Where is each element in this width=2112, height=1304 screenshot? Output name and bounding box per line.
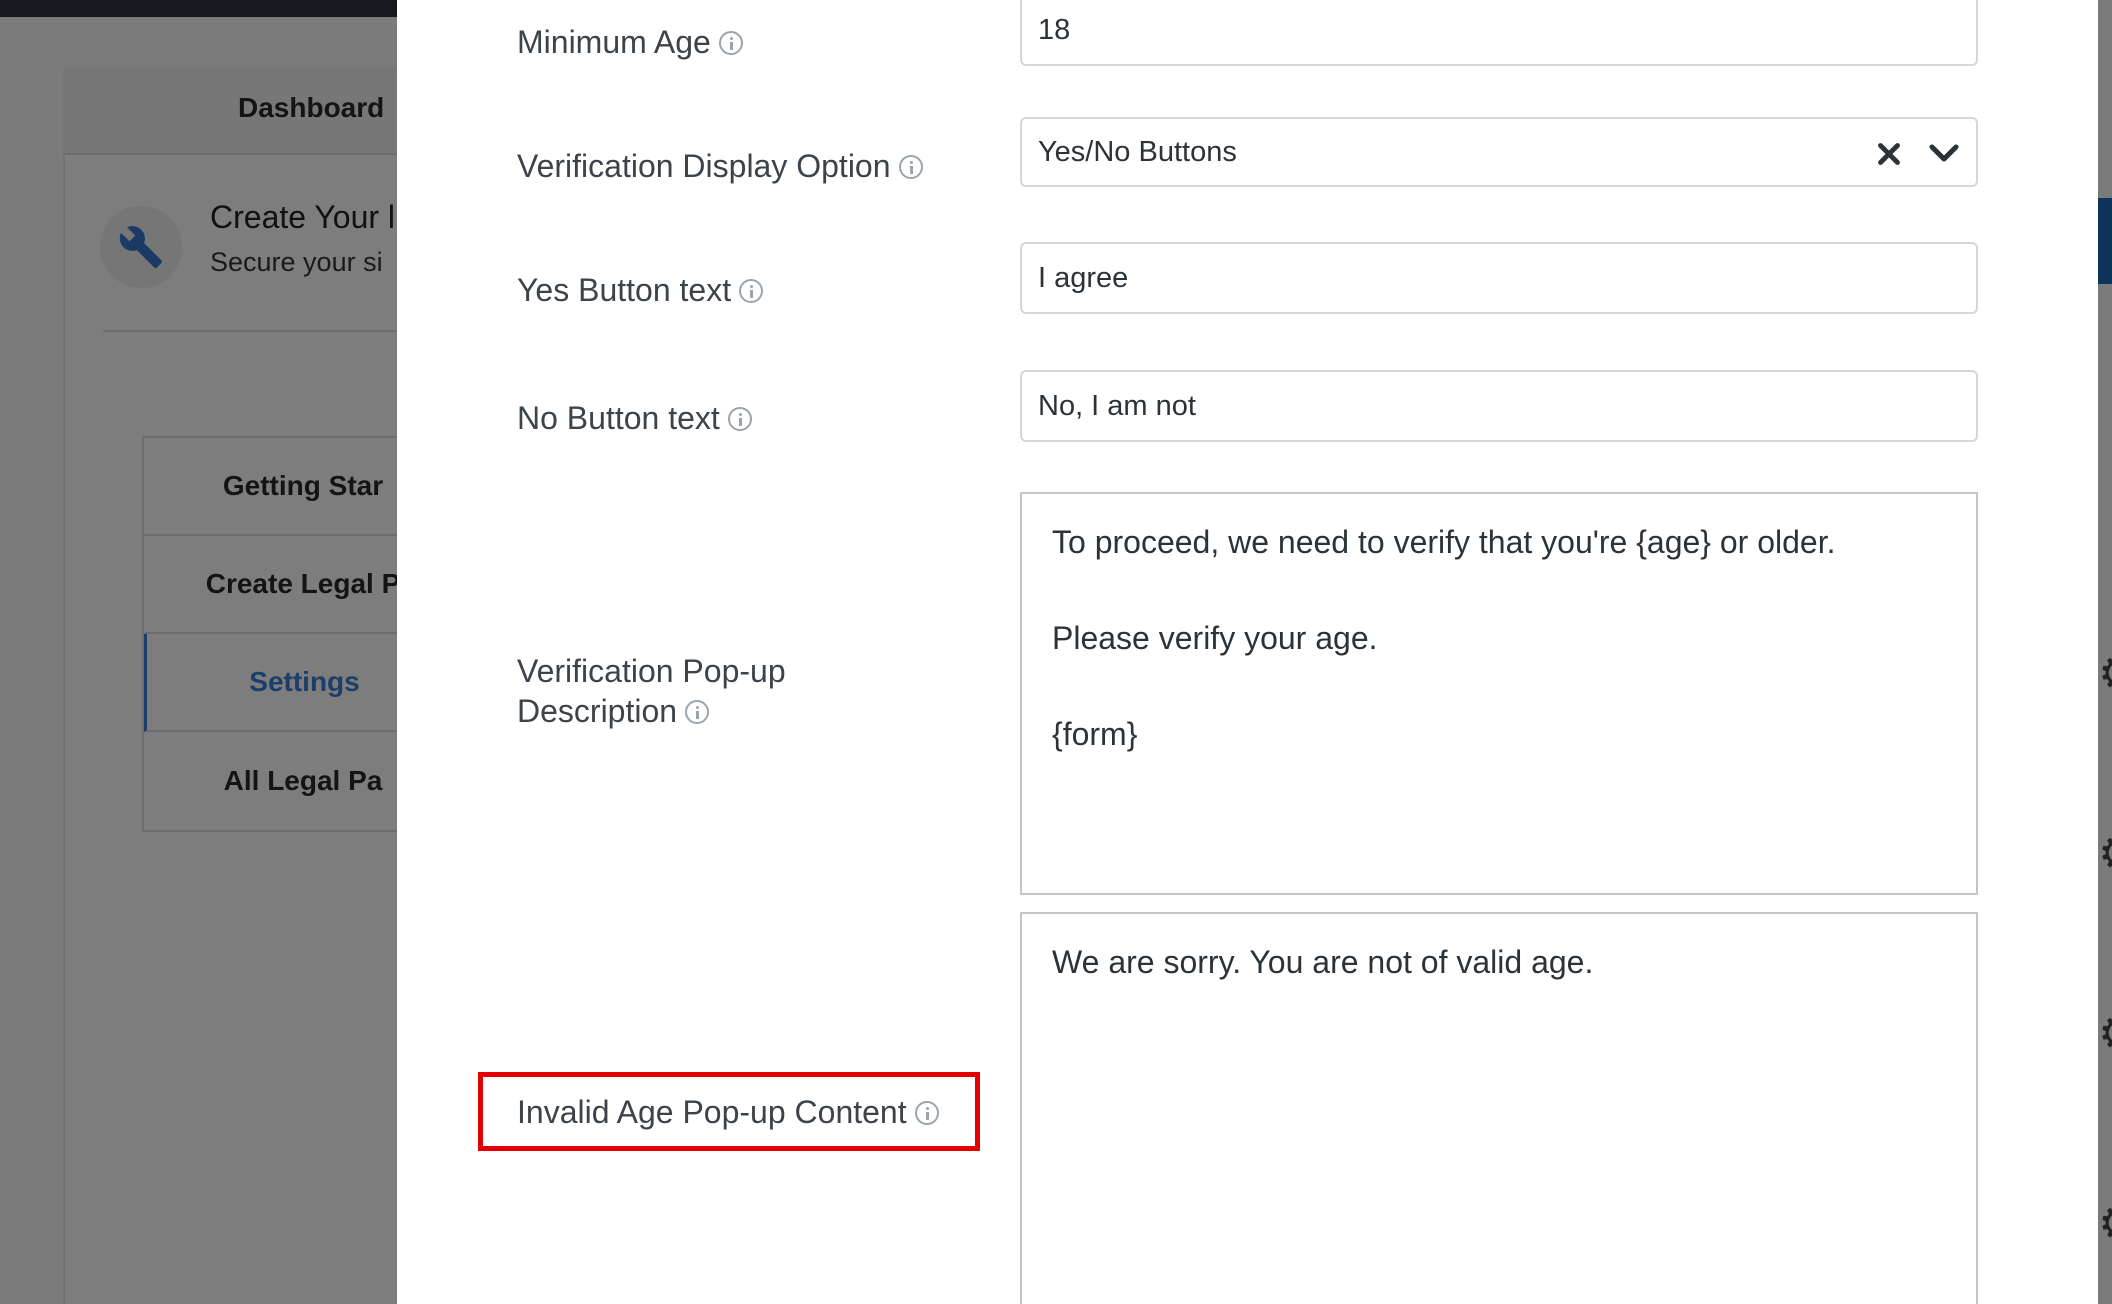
info-icon[interactable] bbox=[727, 406, 752, 431]
invalid-age-textarea[interactable]: We are sorry. You are not of valid age. bbox=[1020, 912, 1978, 1304]
background-accent-bar bbox=[2098, 198, 2112, 284]
info-icon[interactable] bbox=[685, 699, 710, 724]
minimum-age-label: Minimum Age bbox=[517, 22, 743, 62]
popup-description-label: Verification Pop-up Description bbox=[517, 653, 786, 729]
admin-top-bar bbox=[0, 0, 400, 17]
no-button-text-label: No Button text bbox=[517, 398, 752, 438]
menu-item-create-legal[interactable]: Create Legal P bbox=[144, 536, 402, 634]
header-title: Create Your l bbox=[210, 199, 396, 235]
display-option-select[interactable]: Yes/No Buttons bbox=[1020, 117, 1978, 187]
highlight-annotation bbox=[478, 1072, 980, 1151]
gear-icon: ⚙ bbox=[2098, 650, 2112, 696]
popup-description-textarea[interactable]: To proceed, we need to verify that you'r… bbox=[1020, 492, 1978, 895]
chevron-down-icon[interactable] bbox=[1926, 135, 1962, 171]
yes-button-text-input[interactable]: I agree bbox=[1020, 242, 1978, 314]
divider bbox=[103, 330, 400, 332]
wrench-icon bbox=[100, 206, 182, 288]
side-menu: Getting Star Create Legal P Settings All… bbox=[142, 436, 402, 832]
menu-item-all-legal[interactable]: All Legal Pa bbox=[144, 732, 402, 830]
header-subtitle: Secure your si bbox=[210, 247, 383, 277]
menu-item-settings[interactable]: Settings bbox=[144, 634, 402, 732]
dashboard-tab-label: Dashboard bbox=[238, 92, 385, 123]
info-icon[interactable] bbox=[898, 154, 923, 179]
gear-icon: ⚙ bbox=[2098, 1010, 2112, 1056]
gear-icon: ⚙ bbox=[2098, 1200, 2112, 1246]
minimum-age-input[interactable]: 18 bbox=[1020, 0, 1978, 66]
info-icon[interactable] bbox=[739, 278, 764, 303]
info-icon[interactable] bbox=[718, 30, 743, 55]
no-button-text-input[interactable]: No, I am not bbox=[1020, 370, 1978, 442]
settings-modal: Minimum Age 18 Verification Display Opti… bbox=[397, 0, 2098, 1304]
display-option-label: Verification Display Option bbox=[517, 146, 923, 186]
gear-icon: ⚙ bbox=[2098, 830, 2112, 876]
yes-button-text-label: Yes Button text bbox=[517, 270, 764, 310]
clear-icon[interactable] bbox=[1872, 137, 1906, 171]
menu-item-getting-started[interactable]: Getting Star bbox=[144, 438, 402, 536]
